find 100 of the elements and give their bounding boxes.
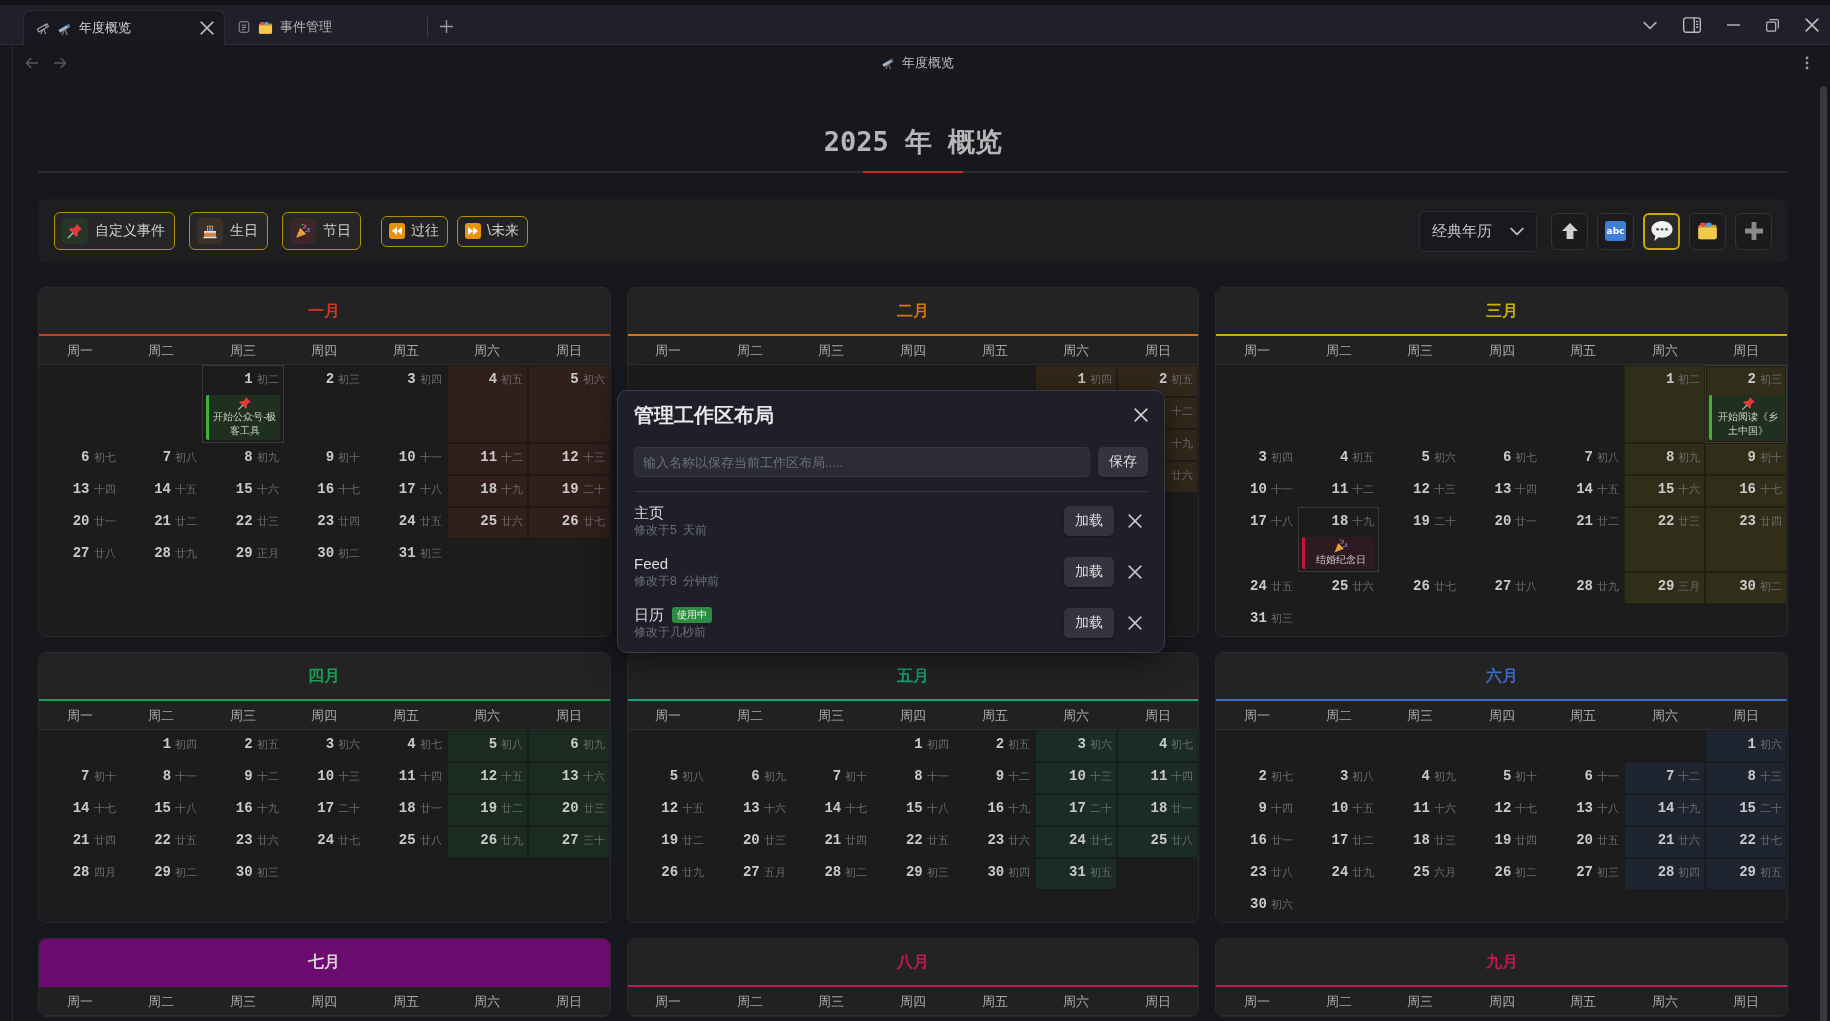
weekday-label: 周四	[900, 342, 926, 358]
lunar-date: 廿八	[1515, 579, 1538, 593]
lunar-date: 初九	[1678, 450, 1701, 464]
lunar-date: 六月	[1433, 865, 1456, 879]
day-number: 22	[235, 513, 253, 529]
day-number: 23	[1739, 513, 1756, 529]
back-arrow-icon[interactable]	[25, 58, 39, 68]
day-number: 7	[832, 768, 842, 784]
weekday-label: 周四	[900, 993, 926, 1009]
lunar-date: 初四	[175, 737, 198, 751]
day-number: 11	[1331, 481, 1349, 497]
day-number: 9	[244, 768, 253, 784]
load-button[interactable]: 加载	[1064, 505, 1114, 536]
folder-icon	[258, 19, 273, 35]
day-number: 15	[1739, 800, 1756, 816]
view-select[interactable]: 经典年历	[1419, 210, 1537, 252]
weekday-label: 周五	[392, 342, 419, 358]
forward-arrow-icon[interactable]	[53, 58, 67, 68]
folder-button[interactable]	[1689, 212, 1726, 250]
lunar-date: 廿四	[93, 833, 116, 847]
day-number: 20	[72, 513, 90, 529]
event-card[interactable]: 开始公众号-极客工具	[206, 395, 280, 440]
load-button[interactable]: 加载	[1064, 556, 1114, 587]
close-icon[interactable]	[1134, 408, 1148, 422]
chevron-down-icon[interactable]	[1643, 20, 1657, 30]
scrollbar-thumb[interactable]	[1820, 86, 1827, 1021]
lunar-date: 廿二	[1352, 833, 1375, 847]
lunar-date: 廿七	[582, 514, 605, 528]
day-number: 9	[1747, 449, 1756, 465]
day-number: 27	[72, 545, 90, 561]
plus-icon[interactable]	[440, 20, 453, 33]
event-card[interactable]: 开始阅读《乡土中国》	[1709, 395, 1783, 440]
speech-bubble-button[interactable]	[1643, 212, 1680, 250]
lunar-date: 初五	[1760, 865, 1782, 879]
day-number: 16	[987, 800, 1005, 816]
day-number: 17	[1331, 832, 1349, 848]
holiday-button[interactable]: 节日	[282, 212, 361, 250]
delete-icon[interactable]	[1128, 564, 1142, 579]
event-card[interactable]: 结婚纪念日	[1301, 537, 1376, 569]
text-style-button[interactable]: abc	[1597, 212, 1634, 250]
weekday-label: 周日	[1733, 707, 1760, 723]
lunar-date: 廿八	[419, 833, 442, 847]
lunar-date: 初四	[1270, 450, 1293, 464]
rewind-icon	[389, 223, 405, 239]
day-number: 27	[1494, 578, 1512, 594]
tab[interactable]: 年度概览	[23, 10, 225, 45]
lunar-date: 廿二	[682, 833, 705, 847]
lunar-date: 十六	[1433, 801, 1456, 815]
lunar-date: 初四	[1089, 372, 1112, 386]
save-button[interactable]: 保存	[1098, 447, 1148, 477]
day-number: 11	[1150, 768, 1168, 784]
sidebar-toggle-icon[interactable]	[1683, 17, 1701, 33]
day-number: 1	[162, 736, 172, 752]
lunar-date: 二十	[1433, 514, 1456, 528]
more-options-icon[interactable]	[1805, 56, 1809, 70]
past-button[interactable]: 过往	[381, 215, 448, 247]
lunar-date: 十九	[256, 801, 279, 815]
delete-icon[interactable]	[1128, 615, 1142, 630]
layout-name-input[interactable]: 输入名称以保存当前工作区布局.....	[634, 447, 1090, 477]
day-number: 11	[398, 768, 416, 784]
day-number: 5	[488, 736, 498, 752]
day-number: 9	[1258, 800, 1267, 816]
close-icon[interactable]	[200, 21, 214, 35]
custom-events-button[interactable]: 自定义事件	[54, 212, 175, 250]
lunar-date: 十二	[1352, 482, 1375, 496]
add-button[interactable]	[1735, 212, 1772, 250]
lunar-date: 十九	[1352, 514, 1375, 528]
lunar-date: 廿八	[1270, 865, 1293, 879]
lunar-date: 初五	[1352, 450, 1375, 464]
up-arrow-button[interactable]	[1551, 212, 1588, 250]
day-number: 1	[1747, 736, 1756, 752]
weekday-label: 周三	[1407, 342, 1434, 358]
day-number: 15	[1657, 481, 1675, 497]
lunar-date: 廿五	[175, 833, 198, 847]
weekday-label: 周三	[229, 993, 256, 1009]
weekday-label: 周四	[311, 342, 338, 358]
day-number: 7	[162, 449, 172, 465]
weekday-label: 周五	[981, 993, 1008, 1009]
restore-icon[interactable]	[1766, 18, 1779, 32]
lunar-date: 廿九	[1596, 579, 1619, 593]
day-number: 22	[1739, 832, 1756, 848]
lunar-date: 十八	[175, 801, 198, 815]
day-number: 18	[1331, 513, 1349, 529]
lunar-date: 初八	[682, 769, 705, 783]
day-number: 18	[1150, 800, 1168, 816]
lunar-date: 廿六	[1171, 468, 1194, 482]
day-number: 24	[1331, 864, 1349, 880]
load-button[interactable]: 加载	[1064, 607, 1114, 638]
month-title: 九月	[1485, 952, 1518, 972]
weekday-label: 周一	[655, 993, 682, 1009]
birthday-button[interactable]: 生日	[189, 212, 268, 250]
day-number: 11	[1413, 800, 1430, 816]
future-button[interactable]: \未来	[457, 215, 528, 247]
tab[interactable]: 事件管理	[225, 10, 427, 44]
weekday-label: 周二	[1325, 342, 1352, 358]
lunar-date: 初二	[256, 372, 279, 386]
close-icon[interactable]	[1805, 18, 1819, 32]
lunar-date: 廿六	[256, 833, 279, 847]
document-icon	[237, 20, 251, 34]
delete-icon[interactable]	[1128, 513, 1142, 528]
